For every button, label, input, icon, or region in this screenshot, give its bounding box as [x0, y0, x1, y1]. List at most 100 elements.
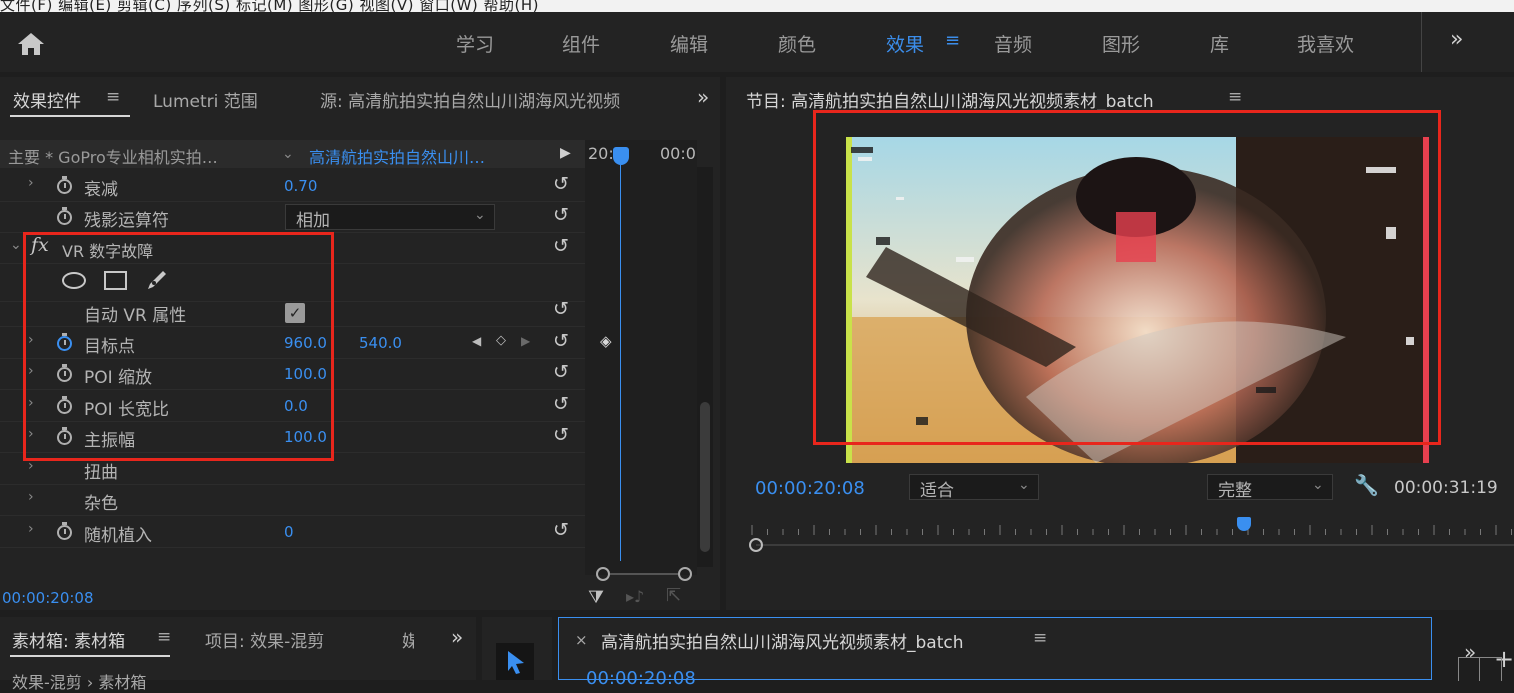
bin-path[interactable]: 效果-混剪 › 素材箱	[12, 669, 146, 693]
home-icon[interactable]	[17, 32, 45, 56]
workspace-overflow-button[interactable]: »	[1450, 27, 1463, 52]
reset-icon[interactable]: ↺	[553, 361, 569, 383]
ghost-operator-label: 残影运算符	[84, 211, 169, 231]
audio-meter-divider	[1479, 658, 1480, 681]
timeline-timecode[interactable]: 00:00:20:08	[586, 668, 696, 689]
active-tab-underline	[10, 115, 130, 117]
expand-icon[interactable]: ›	[28, 175, 34, 191]
bin-menu-icon[interactable]: ≡	[157, 627, 171, 647]
timeline-title[interactable]: 高清航拍实拍自然山川湖海风光视频素材_batch	[601, 628, 964, 653]
selection-tool-icon	[508, 651, 524, 674]
program-monitor-title[interactable]: 节目: 高清航拍实拍自然山川湖海风光视频素材_batch	[746, 87, 1154, 112]
stopwatch-icon[interactable]	[57, 207, 72, 225]
quality-select[interactable]: 完整 ⌄	[1207, 474, 1333, 501]
workspace-tab-graphics[interactable]: 图形	[1102, 30, 1140, 57]
scrollbar-track[interactable]	[697, 167, 713, 567]
workspace-menu-icon[interactable]: ≡	[945, 30, 960, 51]
chevron-down-icon[interactable]: ⌄	[282, 146, 294, 162]
clip-header: 主要 * GoPro专业相机实拍… ⌄ 高清航拍实拍自然山川… ▶	[0, 140, 585, 168]
reset-icon[interactable]: ↺	[553, 393, 569, 415]
tab-media-browser[interactable]: 媒	[402, 627, 414, 652]
decay-value[interactable]: 0.70	[284, 177, 317, 195]
scrollbar-thumb[interactable]	[700, 402, 710, 552]
panel-overflow-button[interactable]: »	[697, 85, 709, 109]
program-current-timecode[interactable]: 00:00:20:08	[755, 478, 865, 499]
target-y-value[interactable]: 540.0	[359, 334, 402, 352]
effect-controls-timecode[interactable]: 00:00:20:08	[2, 589, 94, 607]
tab-effect-controls[interactable]: 效果控件	[13, 87, 81, 112]
bin-overflow-button[interactable]: »	[451, 625, 463, 649]
ghost-operator-value: 相加	[296, 211, 330, 231]
timeline-panel: × 高清航拍实拍自然山川湖海风光视频素材_batch ≡ 00:00:20:08	[558, 617, 1432, 689]
workspace-tab-learn[interactable]: 学习	[456, 30, 494, 57]
selection-tool-button[interactable]	[496, 643, 534, 680]
workspace-tab-audio[interactable]: 音频	[994, 30, 1032, 57]
timeline-close-icon[interactable]: ×	[575, 631, 588, 649]
reset-icon[interactable]: ↺	[553, 424, 569, 446]
program-monitor-panel: 节目: 高清航拍实拍自然山川湖海风光视频素材_batch ≡ 00:00:20:…	[726, 77, 1514, 673]
program-playhead[interactable]	[1237, 517, 1251, 531]
play-clip-icon[interactable]: ▶	[560, 145, 571, 161]
reset-icon[interactable]: ↺	[553, 173, 569, 195]
workspace-tab-assembly[interactable]: 组件	[562, 30, 600, 57]
param-row-decay: › 衰减 0.70 ↺	[0, 170, 585, 202]
tab-source[interactable]: 源: 高清航拍实拍自然山川湖海风光视频	[320, 87, 620, 111]
add-keyframe-icon[interactable]: ◇	[496, 333, 506, 348]
sequence-clip-label[interactable]: 高清航拍实拍自然山川…	[309, 144, 485, 168]
chevron-down-icon: ⌄	[1312, 477, 1324, 493]
bin-panel: 素材箱: 素材箱 ≡ 项目: 效果-混剪 媒 » 效果-混剪 › 素材箱	[0, 617, 476, 692]
timeline-menu-icon[interactable]: ≡	[1033, 628, 1047, 648]
tab-project[interactable]: 项目: 效果-混剪	[205, 627, 324, 652]
workspace-tab-favorites[interactable]: 我喜欢	[1297, 30, 1354, 57]
tab-bin[interactable]: 素材箱: 素材箱	[12, 627, 125, 652]
wrench-icon[interactable]: 🔧	[1354, 473, 1379, 497]
group-row-noise: › 杂色	[0, 484, 585, 516]
workspace-tab-editing[interactable]: 编辑	[670, 30, 708, 57]
chevron-down-icon: ⌄	[1018, 477, 1030, 493]
zoom-right-handle[interactable]	[678, 567, 692, 581]
export-icon[interactable]: ⇱	[666, 585, 681, 606]
menu-bar[interactable]: 文件(F) 编辑(E) 剪辑(C) 序列(S) 标记(M) 图形(G) 视图(V…	[0, 0, 1514, 12]
stopwatch-icon[interactable]	[57, 522, 72, 540]
prev-keyframe-icon[interactable]: ◀	[472, 334, 481, 348]
playhead-line	[620, 165, 621, 561]
reset-icon[interactable]: ↺	[553, 519, 569, 541]
keyframe-area[interactable]	[585, 140, 697, 575]
keyframe-zoom-bar[interactable]	[592, 567, 692, 581]
ghost-operator-select[interactable]: 相加 ⌄	[285, 204, 495, 231]
chevron-down-icon: ⌄	[474, 207, 486, 223]
active-tab-underline	[10, 655, 170, 657]
panel-menu-icon[interactable]: ≡	[106, 87, 120, 107]
tab-lumetri-scopes[interactable]: Lumetri 范围	[153, 87, 258, 112]
param-row-random: › 随机植入 0 ↺	[0, 516, 585, 548]
reset-icon[interactable]: ↺	[553, 330, 569, 352]
master-clip-label[interactable]: 主要 * GoPro专业相机实拍…	[8, 144, 218, 168]
keyframe-marker-icon[interactable]: ◈	[600, 332, 612, 350]
next-keyframe-icon[interactable]: ▶	[521, 334, 530, 348]
expand-icon[interactable]: ›	[28, 489, 34, 505]
expand-icon[interactable]: ›	[28, 521, 34, 537]
workspace-divider	[1421, 12, 1422, 72]
program-time-ruler[interactable]	[746, 517, 1514, 557]
filter-icon[interactable]: ⧩	[588, 587, 604, 608]
menu-bar-text[interactable]: 文件(F) 编辑(E) 剪辑(C) 序列(S) 标记(M) 图形(G) 视图(V…	[0, 0, 539, 12]
workspace-tab-color[interactable]: 颜色	[778, 30, 816, 57]
program-menu-icon[interactable]: ≡	[1228, 87, 1242, 107]
audio-icon[interactable]: ▸♪	[626, 587, 644, 606]
program-zoom-handle[interactable]	[749, 538, 763, 552]
workspace-tab-effects[interactable]: 效果	[886, 30, 924, 57]
playhead-handle[interactable]	[613, 147, 629, 165]
random-seed-label: 随机植入	[84, 526, 152, 546]
reset-icon[interactable]: ↺	[553, 298, 569, 320]
collapse-icon[interactable]: ⌄	[10, 237, 22, 253]
quality-value: 完整	[1218, 481, 1252, 501]
tab-source-wrap: 源: 高清航拍实拍自然山川湖海风光视频	[320, 87, 665, 111]
reset-icon[interactable]: ↺	[553, 235, 569, 257]
workspace-tab-libraries[interactable]: 库	[1210, 30, 1229, 57]
random-seed-value[interactable]: 0	[284, 523, 294, 541]
stopwatch-icon[interactable]	[57, 176, 72, 194]
fit-select[interactable]: 适合 ⌄	[909, 474, 1039, 501]
reset-icon[interactable]: ↺	[553, 204, 569, 226]
zoom-left-handle[interactable]	[596, 567, 610, 581]
zoom-track	[610, 573, 678, 575]
